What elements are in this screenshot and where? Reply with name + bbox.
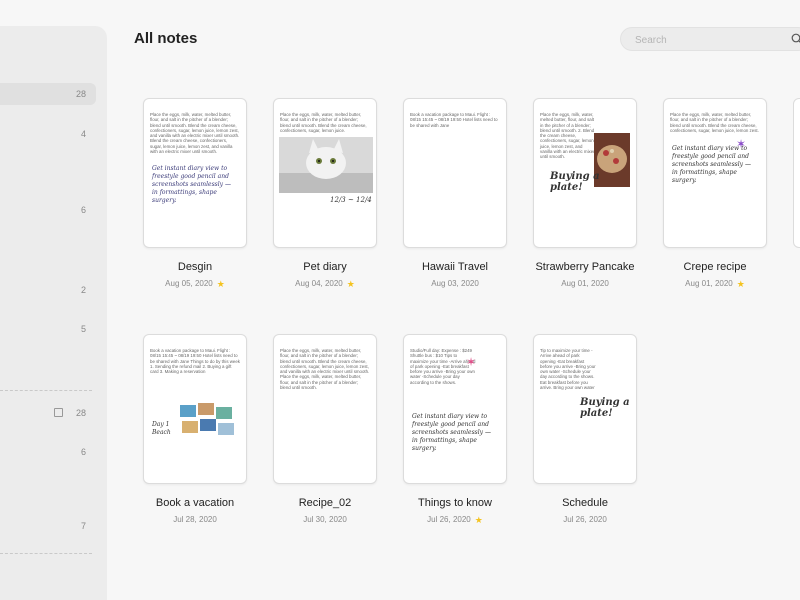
- note-meta: Aug 03, 2020: [403, 279, 507, 288]
- note-thumbnail[interactable]: Book a vacation package to Maui. Flight …: [403, 98, 507, 248]
- note-preview: Place the eggs, milk, water, melted butt…: [280, 112, 367, 133]
- note-preview: Book a vacation package to Maui. Flight …: [150, 348, 240, 375]
- note-card[interactable]: Place the eggs, milk, water, melted butt…: [663, 98, 767, 288]
- page-title: All notes: [134, 30, 198, 47]
- star-icon[interactable]: ★: [475, 515, 483, 524]
- sidebar-item[interactable]: 4: [0, 123, 96, 145]
- note-meta: Jul 26, 2020 ★: [403, 515, 507, 524]
- note-thumbnail[interactable]: Place the eggs, milk, water, melted butt…: [533, 98, 637, 248]
- handwriting: Buying a plate!: [550, 171, 600, 193]
- sidebar-item[interactable]: 6: [0, 199, 96, 221]
- handwriting: Day 1 Beach: [152, 421, 171, 436]
- handwriting: Buying a plate!: [580, 397, 630, 419]
- note-title: Strawberry Pancake: [535, 261, 635, 273]
- note-card[interactable]: Book a vacation package to Maui. Flight …: [403, 98, 507, 288]
- note-thumbnail[interactable]: Book a vacation package to Maui. Flight …: [143, 334, 247, 484]
- note-preview: Place the eggs, milk, water, melted butt…: [280, 348, 370, 391]
- note-date: Jul 28, 2020: [173, 515, 217, 524]
- note-card[interactable]: Tip to maximize your time -Arrive ahead …: [533, 334, 637, 524]
- note-preview: Tip to maximize your time -Arrive ahead …: [540, 348, 596, 391]
- sidebar-count: 5: [80, 324, 86, 334]
- sidebar-item[interactable]: 6: [0, 441, 96, 463]
- star-icon[interactable]: ★: [347, 279, 355, 288]
- note-preview: Book a vacation package to Maui. Flight …: [410, 112, 498, 128]
- note-title: Things to know: [418, 497, 492, 509]
- sidebar-item[interactable]: 28: [0, 402, 96, 424]
- note-meta: Aug 01, 2020: [533, 279, 637, 288]
- note-date: Aug 03, 2020: [431, 279, 479, 288]
- note-thumbnail[interactable]: Studio/Full day: Expense : $249 Shuttle …: [403, 334, 507, 484]
- note-card[interactable]: Book a vacation package to Maui. Flight …: [143, 334, 247, 524]
- note-card[interactable]: Studio/Full day: Expense : $249 Shuttle …: [403, 334, 507, 524]
- note-title: Crepe recipe: [683, 261, 747, 273]
- search-box[interactable]: [620, 27, 800, 51]
- handwriting: Get instant diary view to freestyle good…: [412, 413, 491, 452]
- note-date: Aug 01, 2020: [561, 279, 609, 288]
- note-date: Aug 05, 2020: [165, 279, 213, 288]
- sidebar: 28 4 6 2 5 28 6 7: [0, 26, 107, 600]
- sidebar-count: 2: [80, 285, 86, 295]
- note-date: Aug 01, 2020: [685, 279, 733, 288]
- search-input[interactable]: [635, 32, 785, 48]
- note-preview: Place the eggs, milk, water, melted butt…: [540, 112, 595, 160]
- note-preview: Place the eggs, milk, water, melted butt…: [670, 112, 759, 133]
- note-thumbnail[interactable]: Tip to maximize your time -Arrive ahead …: [533, 334, 637, 484]
- handwriting: Get instant diary view to freestyle good…: [672, 145, 751, 184]
- note-title: Desgin: [177, 261, 213, 273]
- note-date: Aug 04, 2020: [295, 279, 343, 288]
- sidebar-count: 28: [75, 89, 86, 99]
- sidebar-item[interactable]: 7: [0, 515, 96, 537]
- star-doodle-icon: ✶: [736, 137, 747, 151]
- search-icon[interactable]: [791, 33, 800, 45]
- sidebar-divider: [0, 390, 92, 391]
- cat-photo: [279, 137, 373, 193]
- star-doodle-icon: ✶: [466, 355, 477, 369]
- handwriting: Get instant diary view to freestyle good…: [152, 165, 231, 204]
- sidebar-count: 7: [80, 521, 86, 531]
- note-card[interactable]: Place the eggs, milk, water, melted butt…: [273, 334, 377, 524]
- sidebar-item-all-notes[interactable]: 28: [0, 83, 96, 105]
- sidebar-item[interactable]: 5: [0, 318, 96, 340]
- note-title: Schedule: [562, 497, 608, 509]
- note-date: Jul 26, 2020: [427, 515, 471, 524]
- note-thumbnail[interactable]: Place the eggs, milk, water, melted butt…: [273, 98, 377, 248]
- note-title: Book a vacation: [155, 497, 235, 509]
- note-card[interactable]: Place the eggs, milk, water, melted butt…: [273, 98, 377, 288]
- note-card[interactable]: Place the eggs, milk, water, melted butt…: [143, 98, 247, 288]
- note-preview: Place the eggs, milk, water, melted butt…: [150, 112, 240, 155]
- note-date: Jul 30, 2020: [303, 515, 347, 524]
- star-icon[interactable]: ★: [217, 279, 225, 288]
- note-meta: Jul 28, 2020: [143, 515, 247, 524]
- sidebar-divider: [0, 553, 92, 554]
- note-meta: Jul 30, 2020: [273, 515, 377, 524]
- note-meta: Aug 01, 2020 ★: [663, 279, 767, 288]
- note-date: Jul 26, 2020: [563, 515, 607, 524]
- note-thumbnail[interactable]: Place the eggs, milk, water, melted butt…: [663, 98, 767, 248]
- note-thumbnail[interactable]: Place the eggs, milk, water, melted butt…: [273, 334, 377, 484]
- note-card[interactable]: Place the eggs, milk, water, melted butt…: [533, 98, 637, 288]
- note-card-partial[interactable]: [793, 98, 800, 248]
- sidebar-count: 6: [80, 205, 86, 215]
- note-meta: Aug 04, 2020 ★: [273, 279, 377, 288]
- sidebar-count: 6: [80, 447, 86, 457]
- handwriting: 12/3 ~ 12/4: [330, 196, 372, 204]
- sidebar-item[interactable]: 2: [0, 279, 96, 301]
- note-meta: Aug 05, 2020 ★: [143, 279, 247, 288]
- note-title: Recipe_02: [298, 497, 352, 509]
- note-title: Pet diary: [303, 261, 347, 273]
- photo-collage: [180, 403, 234, 435]
- sidebar-count: 28: [75, 408, 86, 418]
- note-meta: Jul 26, 2020: [533, 515, 637, 524]
- star-icon[interactable]: ★: [737, 279, 745, 288]
- sidebar-count: 4: [80, 129, 86, 139]
- note-title: Hawaii Travel: [421, 261, 489, 273]
- note-thumbnail[interactable]: Place the eggs, milk, water, melted butt…: [143, 98, 247, 248]
